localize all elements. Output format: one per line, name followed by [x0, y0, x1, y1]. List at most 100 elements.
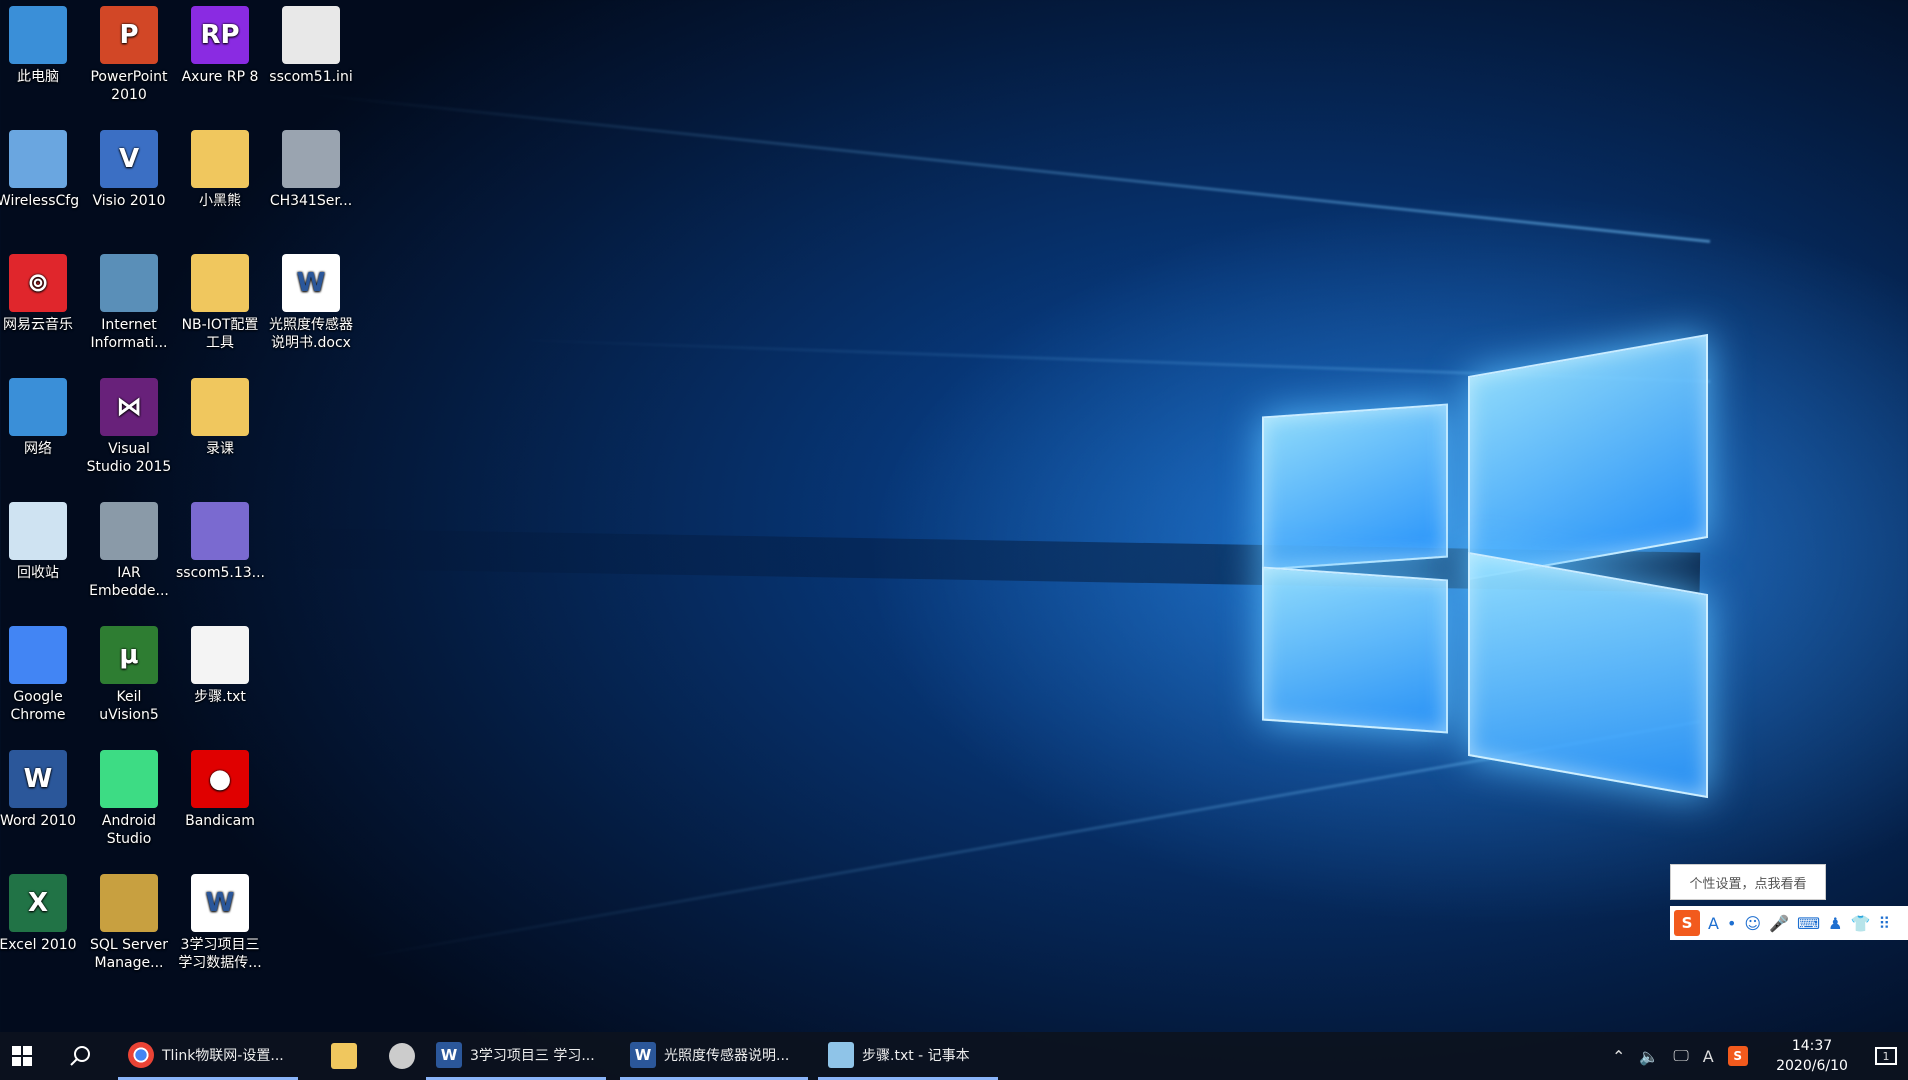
txt-file-icon [191, 626, 249, 684]
desktop-icon[interactable]: ⊚ 网易云音乐 [0, 254, 82, 334]
search-button[interactable] [58, 1032, 102, 1080]
desktop-icon[interactable]: CH341Ser... [267, 130, 355, 210]
desktop-icon[interactable]: W 光照度传感器 说明书.docx [267, 254, 355, 352]
desktop-icon-label: sscom5.13... [176, 565, 266, 581]
visual-studio-icon: ⋈ [100, 378, 158, 436]
logo-pane [1262, 403, 1448, 571]
logo-pane [1468, 333, 1708, 581]
desktop-icon[interactable]: 小黑熊 [176, 130, 264, 210]
desktop-icon[interactable]: X Excel 2010 [0, 874, 82, 954]
desktop-icon[interactable]: SQL Server Manage... [85, 874, 173, 972]
desktop-icon-label: Internet Informati... [90, 317, 168, 351]
desktop-icon-label: Excel 2010 [0, 937, 77, 953]
system-tray: ⌃ 🔈 🖵 A S [1612, 1032, 1748, 1080]
desktop-icon-label: Word 2010 [0, 813, 77, 829]
ime-item[interactable]: ⠿ [1878, 914, 1890, 933]
file-explorer-icon [331, 1043, 357, 1069]
ime-tooltip[interactable]: 个性设置，点我看看 [1670, 864, 1826, 900]
desktop-icon-label: WirelessCfg [0, 193, 80, 209]
taskbar-app-word-2[interactable]: W 光照度传感器说明... [620, 1032, 808, 1080]
desktop-icon-label: CH341Ser... [269, 193, 353, 209]
desktop-icon[interactable]: V Visio 2010 [85, 130, 173, 210]
desktop-icon[interactable]: μ Keil uVision5 [85, 626, 173, 724]
volume-icon[interactable]: 🔈 [1639, 1047, 1659, 1066]
logo-pane [1468, 551, 1708, 799]
ime-item[interactable]: A [1708, 914, 1719, 933]
sogou-icon[interactable]: S [1674, 910, 1700, 936]
network-icon[interactable]: 🖵 [1673, 1046, 1688, 1066]
desktop-icon[interactable]: 回收站 [0, 502, 82, 582]
desktop-icon[interactable]: W Word 2010 [0, 750, 82, 830]
recycle-bin-icon [9, 502, 67, 560]
netease-music-icon: ⊚ [9, 254, 67, 312]
word-icon: W [9, 750, 67, 808]
desktop-icon[interactable]: sscom51.ini [267, 6, 355, 86]
windows-start-icon [12, 1046, 32, 1066]
desktop-icon-label: NB-IOT配置 工具 [181, 317, 259, 351]
taskbar-app-label: 光照度传感器说明... [664, 1047, 790, 1064]
desktop-icon-label: Visual Studio 2015 [86, 441, 172, 475]
ime-toolbar[interactable]: S A • ☺ 🎤 ⌨ ♟ 👕 ⠿ [1670, 906, 1908, 940]
sql-server-icon [100, 874, 158, 932]
sogou-icon[interactable]: S [1727, 1046, 1748, 1066]
desktop-icon-label: 步骤.txt [194, 689, 246, 705]
android-studio-icon [100, 750, 158, 808]
notification-button[interactable]: 1 [1866, 1032, 1906, 1080]
visio-icon: V [100, 130, 158, 188]
desktop-icon-label: 网络 [24, 441, 52, 457]
iis-icon [100, 254, 158, 312]
clock-date: 2020/6/10 [1776, 1058, 1848, 1074]
desktop-icon[interactable]: Android Studio [85, 750, 173, 848]
desktop-icon-label: 录课 [206, 441, 234, 457]
ime-item[interactable]: • [1727, 914, 1736, 933]
wireless-icon [9, 130, 67, 188]
desktop-icon[interactable]: WirelessCfg [0, 130, 82, 210]
desktop-icon-label: 光照度传感器 说明书.docx [269, 317, 353, 351]
desktop-icon[interactable]: Internet Informati... [85, 254, 173, 352]
taskbar-app-word-1[interactable]: W 3学习项目三 学习... [426, 1032, 606, 1080]
start-button[interactable] [0, 1032, 44, 1080]
axure-icon: RP [191, 6, 249, 64]
ime-item[interactable]: 🎤 [1769, 914, 1789, 933]
taskbar-app-notepad[interactable]: 步骤.txt - 记事本 [818, 1032, 998, 1080]
desktop-icon-label: Google Chrome [10, 689, 66, 723]
chevron-up-icon[interactable]: ⌃ [1612, 1047, 1625, 1066]
desktop-icon[interactable]: IAR Embedde... [85, 502, 173, 600]
desktop-icon[interactable]: W 3学习项目三 学习数据传... [176, 874, 264, 972]
desktop-icon[interactable]: 此电脑 [0, 6, 82, 86]
notification-icon: 1 [1875, 1047, 1897, 1065]
taskbar-app-chrome[interactable]: Tlink物联网-设置... [118, 1032, 298, 1080]
ime-item[interactable]: ⌨ [1797, 914, 1820, 933]
desktop-icon[interactable]: P PowerPoint 2010 [85, 6, 173, 104]
desktop-icon[interactable]: NB-IOT配置 工具 [176, 254, 264, 352]
desktop-icon[interactable]: 录课 [176, 378, 264, 458]
desktop-icon-label: 回收站 [17, 565, 59, 581]
ime-item[interactable]: ♟ [1828, 914, 1842, 933]
taskbar-app-label: Tlink物联网-设置... [162, 1047, 284, 1064]
folder-icon [191, 254, 249, 312]
folder-icon [191, 130, 249, 188]
ime-item[interactable]: ☺ [1744, 914, 1761, 933]
desktop-icon[interactable]: RP Axure RP 8 [176, 6, 264, 86]
word-icon: W [630, 1041, 656, 1068]
chrome-icon [9, 626, 67, 684]
desktop-icon[interactable]: ⋈ Visual Studio 2015 [85, 378, 173, 476]
ime-indicator[interactable]: A [1703, 1047, 1714, 1066]
desktop-icon[interactable]: ● Bandicam [176, 750, 264, 830]
desktop-icon[interactable]: sscom5.13... [176, 502, 266, 582]
desktop-icon-label: 3学习项目三 学习数据传... [178, 937, 262, 971]
desktop-icon-label: SQL Server Manage... [89, 937, 169, 971]
desktop-icon[interactable]: 网络 [0, 378, 82, 458]
desktop-icon-label: PowerPoint 2010 [90, 69, 168, 103]
desktop-icon[interactable]: Google Chrome [0, 626, 82, 724]
clock[interactable]: 14:37 2020/6/10 [1762, 1036, 1862, 1076]
excel-icon: X [9, 874, 67, 932]
desktop-icon[interactable]: 步骤.txt [176, 626, 264, 706]
computer-icon [9, 6, 67, 64]
network-icon [9, 378, 67, 436]
installer-icon [282, 130, 340, 188]
search-icon [70, 1046, 90, 1066]
powerpoint-icon: P [100, 6, 158, 64]
ime-item[interactable]: 👕 [1850, 914, 1870, 933]
desktop-icon-label: sscom51.ini [269, 69, 353, 85]
